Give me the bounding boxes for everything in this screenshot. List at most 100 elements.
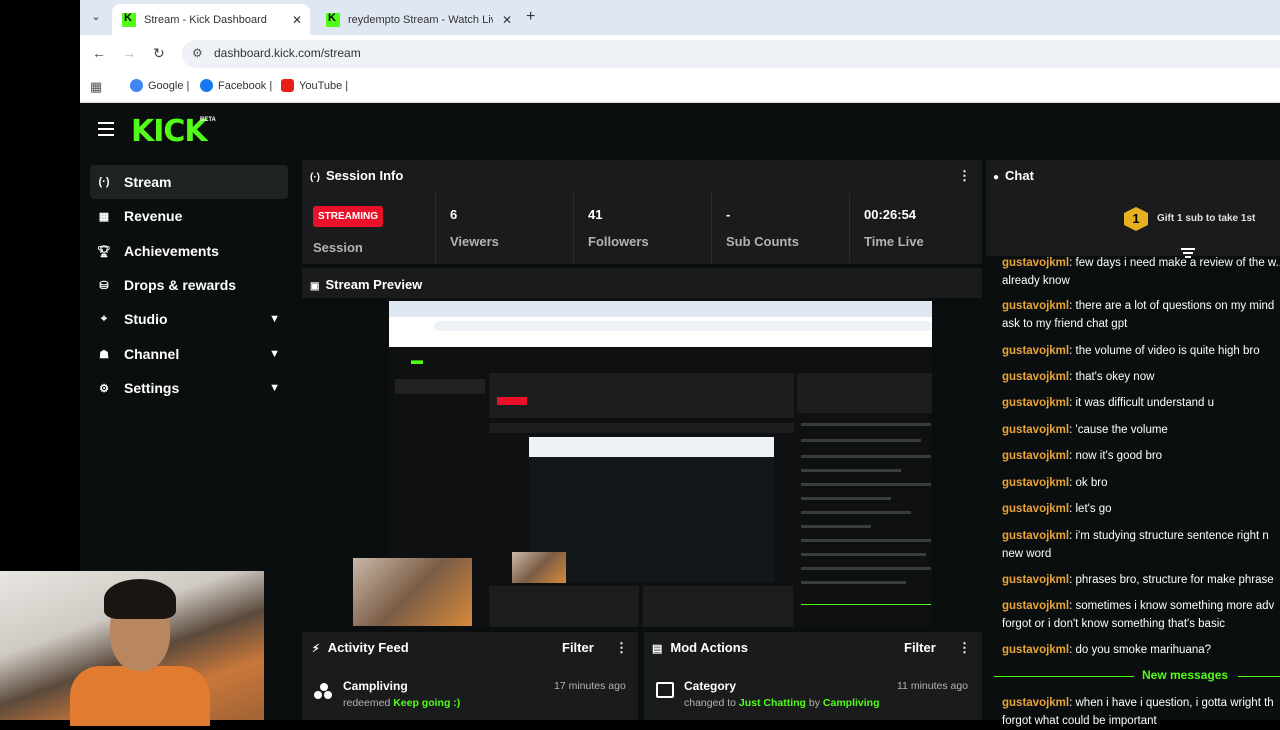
preview-live-badge xyxy=(497,397,527,405)
activity-user[interactable]: Campliving xyxy=(343,679,408,693)
chat-message: gustavojkml: sometimes i know something … xyxy=(1002,600,1275,630)
sidebar-item-settings[interactable]: ⚙ Settings ▼ xyxy=(90,371,288,405)
chevron-down-icon[interactable]: ▼ xyxy=(269,313,280,325)
chevron-down-icon[interactable]: ▼ xyxy=(269,382,280,394)
bookmark-google[interactable]: Google | xyxy=(130,79,189,92)
forward-icon[interactable]: → xyxy=(122,45,136,61)
activity-description: redeemed Keep going :) xyxy=(343,697,461,709)
activity-timestamp: 17 minutes ago xyxy=(554,680,626,692)
sidebar-item-label: Channel xyxy=(124,346,180,362)
chat-title: ● Chat xyxy=(993,168,1034,183)
browser-tab-active[interactable]: Stream - Kick Dashboard ✕ xyxy=(112,4,310,35)
sidebar-item-channel[interactable]: ☗ Channel ▼ xyxy=(90,337,288,371)
mod-menu-icon[interactable]: ⋮ xyxy=(958,640,971,656)
preview-session-panel xyxy=(489,373,794,418)
stat-label: Followers xyxy=(588,234,649,249)
chat-username[interactable]: gustavojkml xyxy=(1002,345,1069,357)
reward-icon xyxy=(314,683,334,703)
chat-username[interactable]: gustavojkml xyxy=(1002,257,1069,269)
activity-filter-button[interactable]: Filter xyxy=(562,640,594,655)
stat-value: 41 xyxy=(588,207,603,222)
chat-text: 'cause the volume xyxy=(1075,424,1168,436)
mod-action-name: Category xyxy=(684,679,737,693)
sidebar-item-drops[interactable]: ⛁ Drops & rewards xyxy=(90,268,288,302)
chart-icon: ▦ xyxy=(98,210,110,223)
mod-action-description: changed to Just Chatting by Campliving xyxy=(684,697,880,709)
kick-logo[interactable]: KICK xyxy=(131,114,208,149)
chat-username[interactable]: gustavojkml xyxy=(1002,503,1069,515)
bookmark-facebook[interactable]: Facebook | xyxy=(200,79,272,92)
chat-message: gustavojkml: when i have i question, i g… xyxy=(1002,697,1274,727)
chat-username[interactable]: gustavojkml xyxy=(1002,600,1069,612)
preview-mod-panel xyxy=(643,586,793,627)
chat-username[interactable]: gustavojkml xyxy=(1002,424,1069,436)
shield-icon: ▤ xyxy=(652,643,663,655)
back-icon[interactable]: ← xyxy=(92,45,106,61)
new-tab-button[interactable]: + xyxy=(526,8,535,26)
facebook-icon xyxy=(200,79,213,92)
kick-favicon-icon xyxy=(122,12,136,27)
preview-sidebar xyxy=(395,379,485,474)
menu-icon[interactable] xyxy=(98,122,114,136)
broadcast-icon: (·) xyxy=(310,172,320,183)
sidebar-item-stream[interactable]: (·) Stream xyxy=(90,165,288,199)
chat-message: gustavojkml: that's okey now xyxy=(1002,371,1155,383)
chat-message: gustavojkml: 'cause the volume xyxy=(1002,424,1168,436)
chat-username[interactable]: gustavojkml xyxy=(1002,371,1069,383)
chat-message: gustavojkml: let's go xyxy=(1002,503,1112,515)
new-messages-divider[interactable]: New messages xyxy=(994,666,1280,686)
youtube-icon xyxy=(281,79,294,92)
sidebar-item-revenue[interactable]: ▦ Revenue xyxy=(90,199,288,233)
mod-action-timestamp: 11 minutes ago xyxy=(897,680,969,692)
chat-message: gustavojkml: there are a lot of question… xyxy=(1002,300,1275,330)
sidebar-item-achievements[interactable]: 🏆︎ Achievements xyxy=(90,234,288,268)
chat-username[interactable]: gustavojkml xyxy=(1002,397,1069,409)
chat-text: that's okey now xyxy=(1075,371,1155,383)
chat-message: gustavojkml: phrases bro, structure for … xyxy=(1002,574,1274,586)
chat-username[interactable]: gustavojkml xyxy=(1002,644,1069,656)
tab-title: reydempto Stream - Watch Live xyxy=(348,13,493,26)
chat-username[interactable]: gustavojkml xyxy=(1002,697,1069,709)
broadcast-icon: (·) xyxy=(98,176,110,188)
chat-username[interactable]: gustavojkml xyxy=(1002,300,1069,312)
stat-label: Viewers xyxy=(450,234,499,249)
close-icon[interactable]: ✕ xyxy=(502,13,512,27)
chat-message: gustavojkml: the volume of video is quit… xyxy=(1002,345,1260,357)
chat-text: the volume of video is quite high bro xyxy=(1075,345,1260,357)
activity-menu-icon[interactable]: ⋮ xyxy=(615,640,628,656)
google-icon xyxy=(130,79,143,92)
bookmark-youtube[interactable]: YouTube | xyxy=(281,79,348,92)
webcam-overlay-nested xyxy=(512,552,566,583)
chat-username[interactable]: gustavojkml xyxy=(1002,530,1069,542)
chat-username[interactable]: gustavojkml xyxy=(1002,574,1069,586)
preview-preview-header xyxy=(489,423,794,433)
chat-text: phrases bro, structure for make phrase xyxy=(1075,574,1274,586)
stat-viewers: 6 Viewers xyxy=(435,193,573,263)
chat-text: now it's good bro xyxy=(1075,450,1163,462)
sidebar-item-studio[interactable]: ⌖ Studio ▼ xyxy=(90,302,288,336)
stat-value: 6 xyxy=(450,207,458,222)
reload-icon[interactable]: ↻ xyxy=(153,45,165,62)
gear-icon: ⚙ xyxy=(99,382,109,395)
trophy-icon: 🏆︎ xyxy=(97,245,111,258)
kick-favicon-icon xyxy=(326,12,340,27)
url-text[interactable]: dashboard.kick.com/stream xyxy=(214,46,361,60)
tab-search-chevron-icon[interactable]: ⌄ xyxy=(86,7,106,27)
browser-tab[interactable]: reydempto Stream - Watch Live ✕ xyxy=(316,4,520,35)
chat-message: gustavojkml: few days i need make a revi… xyxy=(1002,254,1280,290)
close-icon[interactable]: ✕ xyxy=(292,13,302,27)
chat-username[interactable]: gustavojkml xyxy=(1002,477,1069,489)
gift-sub-prompt[interactable]: Gift 1 sub to take 1st xyxy=(1157,213,1255,224)
stat-label: Sub Counts xyxy=(726,234,799,249)
mod-filter-button[interactable]: Filter xyxy=(904,640,936,655)
drops-icon: ⛁ xyxy=(99,279,109,292)
apps-grid-icon[interactable]: ▦ xyxy=(90,79,102,95)
stat-sub-counts: - Sub Counts xyxy=(711,193,849,263)
chevron-down-icon[interactable]: ▼ xyxy=(269,348,280,360)
session-info-title: (·) Session Info xyxy=(310,168,404,183)
site-info-icon[interactable]: ⚙ xyxy=(192,46,203,60)
session-menu-icon[interactable]: ⋮ xyxy=(958,168,971,184)
chat-username[interactable]: gustavojkml xyxy=(1002,450,1069,462)
url-omnibox[interactable]: ⚙ dashboard.kick.com/stream xyxy=(182,40,1280,68)
sidebar-item-label: Settings xyxy=(124,380,180,396)
